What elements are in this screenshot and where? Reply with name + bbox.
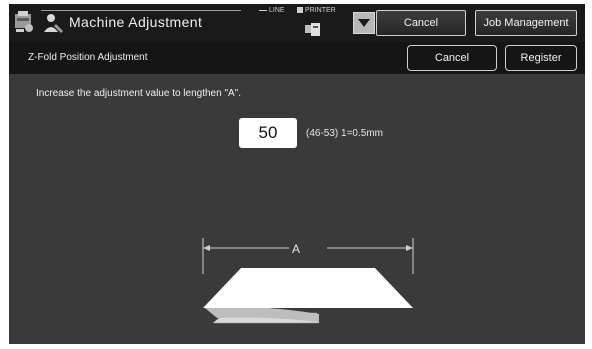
printer-status-indicator: [297, 7, 303, 13]
range-hint: (46-53) 1=0.5mm: [306, 128, 383, 139]
dimension-arrow-left: [203, 245, 210, 251]
dimension-a-label: A: [292, 242, 301, 256]
dropdown-triangle-icon: [358, 19, 370, 27]
top-bar: Machine Adjustment LINE PRINTER Cancel J…: [9, 4, 585, 42]
dimension-arrow-right: [406, 245, 413, 251]
user-icon: [44, 14, 63, 33]
title-underline: [41, 10, 241, 11]
app-title: Machine Adjustment: [69, 14, 203, 30]
machine-adjustment-icon: [15, 11, 33, 32]
cancel-button[interactable]: Cancel: [407, 45, 497, 71]
upper-paper-sheet: [203, 268, 413, 308]
printer-icon: [305, 23, 320, 36]
machine-adjustment-screen: Machine Adjustment LINE PRINTER Cancel J…: [9, 4, 585, 344]
sub-header-bar: Z-Fold Position Adjustment Cancel Regist…: [9, 42, 585, 74]
adjustment-value-input[interactable]: 50: [239, 118, 297, 148]
instruction-text: Increase the adjustment value to lengthe…: [36, 88, 242, 99]
page-title: Z-Fold Position Adjustment: [28, 52, 148, 63]
printer-label-text: PRINTER: [305, 7, 336, 14]
register-button[interactable]: Register: [505, 45, 577, 71]
dropdown-button[interactable]: [353, 12, 375, 34]
header-cancel-button[interactable]: Cancel: [376, 10, 466, 36]
job-management-button[interactable]: Job Management: [475, 10, 577, 36]
z-fold-diagram: [202, 238, 414, 324]
line-status-label: LINE: [259, 7, 285, 14]
printer-status-label: PRINTER: [297, 7, 336, 14]
